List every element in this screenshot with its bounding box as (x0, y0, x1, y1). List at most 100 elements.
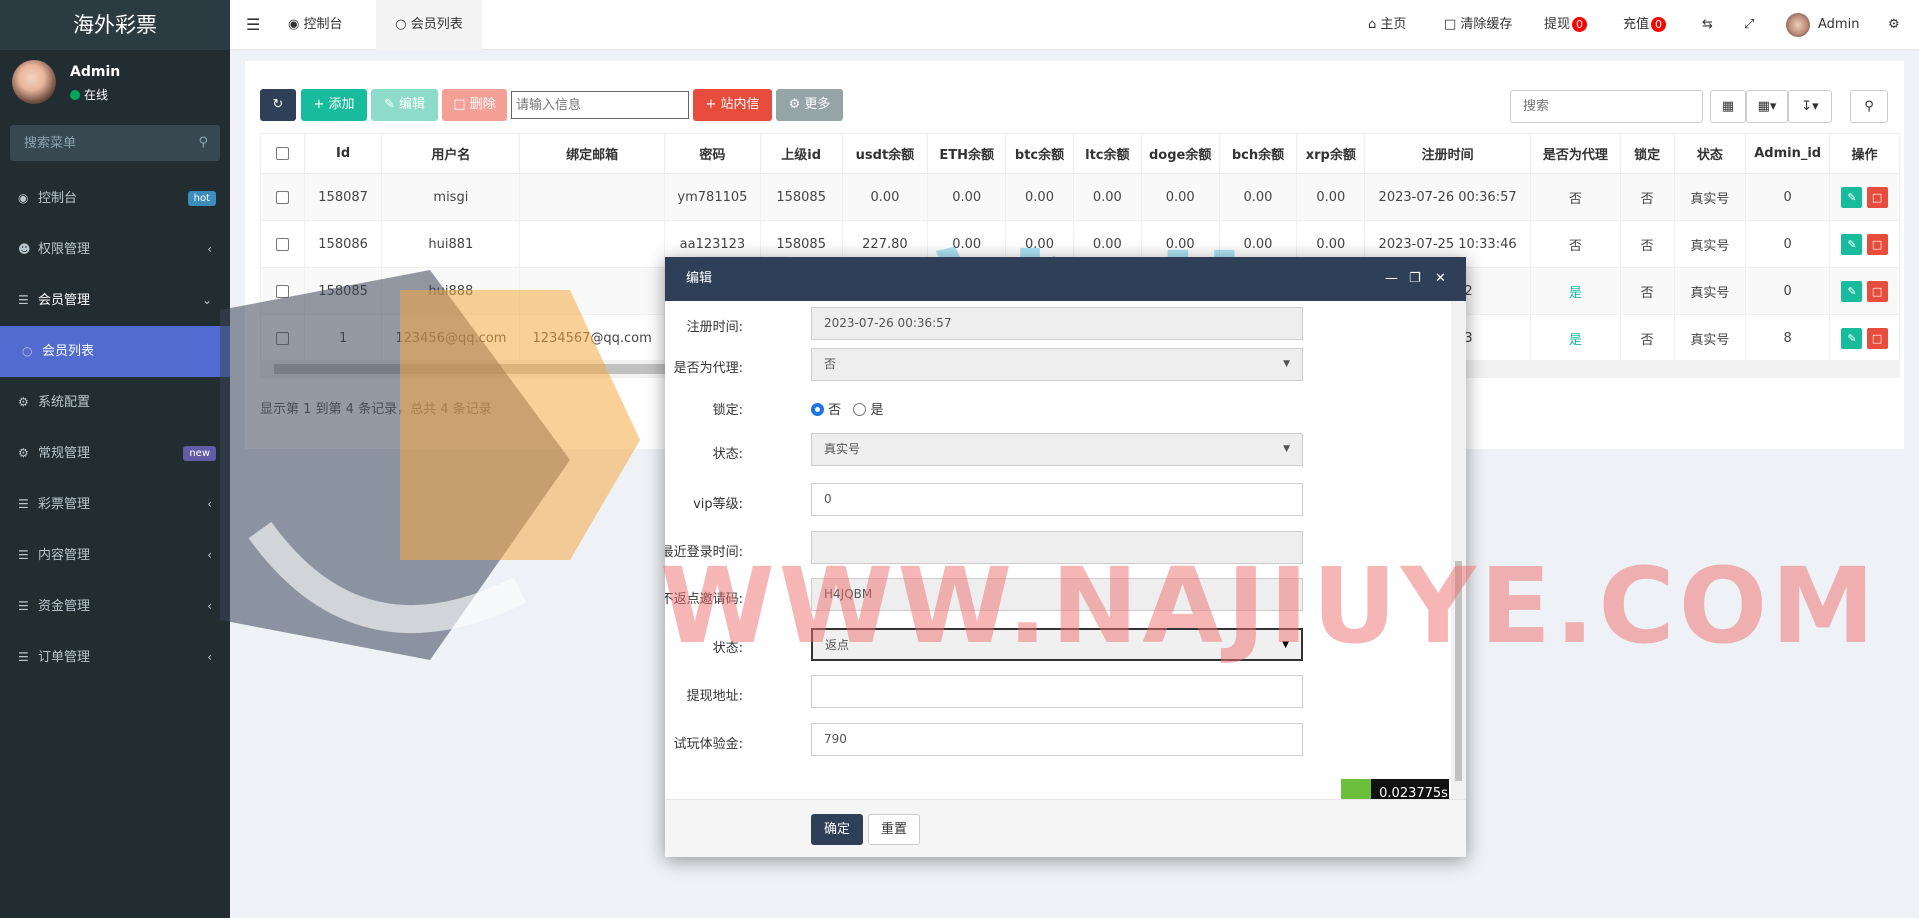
export-button[interactable]: ↧▾ (1788, 90, 1832, 123)
add-button[interactable]: + 添加 (301, 89, 367, 121)
column-header[interactable]: xrp余额 (1296, 133, 1366, 174)
close-icon[interactable]: ✕ (1435, 257, 1446, 301)
toggle-view-button[interactable]: ▦ (1710, 90, 1746, 123)
dialog-scrollbar[interactable] (1451, 301, 1466, 799)
sidebar-item-lottery[interactable]: ☰ 彩票管理 ‹ (0, 479, 230, 530)
row-select-cell[interactable] (260, 173, 305, 221)
withdraw-link[interactable]: 提现 0 (1544, 0, 1588, 50)
recharge-count-badge: 0 (1651, 17, 1667, 32)
column-header[interactable]: 是否为代理 (1529, 133, 1621, 174)
last-login-field[interactable] (811, 531, 1303, 564)
column-header[interactable]: 锁定 (1619, 133, 1675, 174)
row-select-cell[interactable] (260, 267, 305, 315)
row-checkbox[interactable] (275, 190, 289, 204)
column-header[interactable]: 用户名 (381, 133, 521, 174)
refresh-button[interactable]: ↻ (260, 89, 296, 121)
sidebar-item-member-list[interactable]: ○ 会员列表 (0, 326, 230, 377)
tab-dashboard[interactable]: ◉ 控制台 (276, 0, 355, 50)
column-header[interactable]: 注册时间 (1364, 133, 1531, 174)
minimize-icon[interactable]: — (1385, 257, 1398, 301)
more-button[interactable]: ⚙ 更多 (776, 89, 843, 121)
column-header[interactable]: 密码 (664, 133, 761, 174)
translate-icon[interactable]: ⇆ (1702, 0, 1713, 50)
rebate-status-select[interactable]: 返点 ▼ (811, 628, 1303, 661)
scrollbar-thumb[interactable] (274, 364, 694, 374)
status-label: 状态: (712, 447, 743, 462)
withdraw-count-badge: 0 (1572, 17, 1588, 32)
home-link[interactable]: ⌂ 主页 (1368, 0, 1406, 50)
column-header[interactable]: btc余额 (1005, 133, 1074, 174)
table-search-input[interactable] (1510, 90, 1703, 123)
tab-member-list[interactable]: ○ 会员列表 (376, 0, 482, 50)
delete-button[interactable]: □ 删除 (442, 89, 507, 121)
clear-cache-link[interactable]: □ 清除缓存 (1444, 0, 1512, 50)
columns-button[interactable]: ▦▾ (1746, 90, 1788, 123)
confirm-button[interactable]: 确定 (811, 814, 863, 845)
column-header[interactable]: 状态 (1673, 133, 1747, 174)
edit-row-button[interactable]: ✎ (1841, 280, 1863, 302)
search-icon[interactable]: ⚲ (198, 135, 208, 150)
row-select-cell[interactable] (260, 220, 305, 268)
invite-code-field[interactable]: H4JQBM (811, 578, 1303, 611)
column-header[interactable]: usdt余额 (841, 133, 929, 174)
edit-button[interactable]: ✎ 编辑 (371, 89, 438, 121)
lock-no-radio[interactable] (811, 403, 824, 416)
info-search-input[interactable] (511, 91, 689, 119)
delete-row-button[interactable]: □ (1866, 327, 1888, 349)
select-all-cell[interactable] (260, 133, 305, 174)
select-all-checkbox[interactable] (275, 147, 289, 160)
column-header[interactable]: ETH余额 (927, 133, 1007, 174)
sidebar-item-funds[interactable]: ☰ 资金管理 ‹ (0, 581, 230, 632)
hamburger-icon[interactable]: ☰ (246, 0, 260, 50)
agent-select[interactable]: 否 ▼ (811, 348, 1303, 381)
column-header[interactable]: Id (303, 133, 383, 174)
fullscreen-icon[interactable]: ⤢ (1744, 0, 1754, 50)
column-header[interactable]: bch余额 (1218, 133, 1298, 174)
search-button[interactable]: ⚲ (1850, 90, 1888, 123)
sidebar-item-orders[interactable]: ☰ 订单管理 ‹ (0, 632, 230, 683)
scrollbar-thumb[interactable] (1455, 561, 1462, 781)
row-checkbox[interactable] (275, 237, 289, 251)
row-select-cell[interactable] (260, 314, 305, 362)
message-button[interactable]: + 站内信 (693, 89, 772, 121)
table-row[interactable]: 158087 misgi ym781105 158085 0.00 0.00 0.00 0.0… (260, 173, 1900, 221)
vip-input[interactable]: 0 (811, 483, 1303, 516)
sidebar-item-general[interactable]: ⚙ 常规管理 new (0, 428, 230, 479)
withdraw-address-input[interactable] (811, 675, 1303, 708)
settings-icon[interactable]: ⚙ (1888, 0, 1900, 50)
column-header[interactable]: 上级id (759, 133, 843, 174)
gears-icon: ⚙ (18, 446, 29, 460)
sidebar-item-dashboard[interactable]: ◉ 控制台 hot (0, 173, 230, 224)
column-header[interactable]: 绑定邮箱 (519, 133, 666, 174)
invite-code-label: 不返点邀请码: (665, 592, 743, 607)
table-cell: 0.00 (1296, 173, 1366, 221)
sidebar-item-content[interactable]: ☰ 内容管理 ‹ (0, 530, 230, 581)
column-header[interactable]: Admin_id (1745, 133, 1831, 174)
avatar (1786, 12, 1810, 37)
reg-time-field[interactable]: 2023-07-26 00:36:57 (811, 307, 1303, 340)
row-actions: ✎ □ (1829, 173, 1900, 221)
delete-row-button[interactable]: □ (1866, 186, 1888, 208)
row-checkbox[interactable] (275, 284, 289, 298)
recharge-link[interactable]: 充值 0 (1623, 0, 1667, 50)
edit-row-button[interactable]: ✎ (1841, 327, 1863, 349)
column-header[interactable]: doge余额 (1140, 133, 1220, 174)
lock-yes-radio[interactable] (853, 403, 867, 416)
table-cell: 否 (1619, 220, 1675, 268)
delete-row-button[interactable]: □ (1866, 233, 1888, 255)
sidebar-item-permissions[interactable]: ☻ 权限管理 ‹ (0, 224, 230, 275)
admin-menu[interactable]: Admin (1786, 0, 1859, 50)
reset-button[interactable]: 重置 (868, 814, 920, 845)
column-header[interactable]: ltc余额 (1072, 133, 1142, 174)
maximize-icon[interactable]: ❐ (1409, 257, 1421, 301)
edit-row-button[interactable]: ✎ (1841, 186, 1863, 208)
status-select[interactable]: 真实号 ▼ (811, 433, 1303, 466)
delete-row-button[interactable]: □ (1866, 280, 1888, 302)
menu-search-input[interactable] (10, 125, 220, 161)
sidebar-item-members[interactable]: ☰ 会员管理 ⌄ (0, 275, 230, 326)
edit-row-button[interactable]: ✎ (1841, 233, 1863, 255)
user-status: 在线 (70, 86, 108, 103)
sidebar-item-system-config[interactable]: ⚙ 系统配置 (0, 377, 230, 428)
trial-bonus-input[interactable]: 790 (811, 723, 1303, 756)
row-checkbox[interactable] (275, 331, 289, 345)
